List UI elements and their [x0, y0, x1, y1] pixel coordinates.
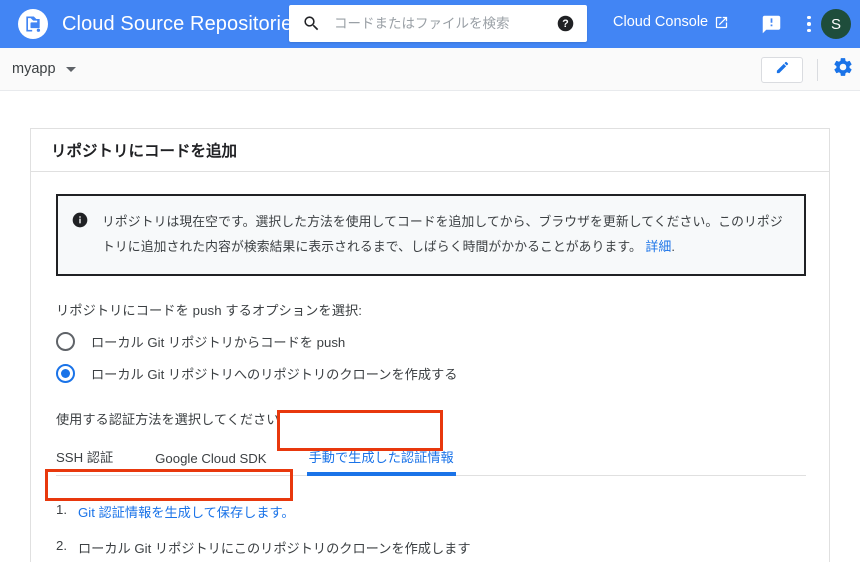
svg-text:?: ?	[562, 18, 568, 30]
info-icon	[72, 212, 88, 233]
open-in-new-icon	[714, 15, 729, 30]
divider	[817, 58, 818, 81]
pencil-icon	[775, 60, 790, 80]
radio-option-label: ローカル Git リポジトリからコードを push	[91, 334, 346, 350]
radio-option-label: ローカル Git リポジトリへのリポジトリのクローンを作成する	[91, 366, 458, 382]
radio-circle-icon	[56, 331, 75, 351]
radio-circle-checked-icon	[56, 363, 75, 383]
search-input[interactable]	[332, 11, 551, 36]
chevron-down-icon	[65, 66, 76, 72]
feedback-icon[interactable]	[757, 0, 785, 48]
step-clone-repository-text: ローカル Git リポジトリにこのリポジトリのクローンを作成します	[78, 540, 471, 556]
info-banner-period: .	[671, 238, 675, 254]
search-icon	[302, 14, 321, 33]
brand[interactable]: Cloud Source Repositories	[18, 9, 302, 39]
repository-name: myapp	[12, 61, 56, 77]
push-options-label: リポジトリにコードを push するオプションを選択:	[56, 302, 363, 318]
repository-selector[interactable]: myapp	[12, 61, 76, 77]
page-title: リポジトリにコードを追加	[51, 143, 238, 160]
avatar-initial: S	[830, 15, 841, 33]
auth-method-label: 使用する認証方法を選択してください	[56, 411, 280, 427]
edit-button[interactable]	[761, 56, 803, 83]
steps-list: Git 認証情報を生成して保存します。 ローカル Git リポジトリにこのリポジ…	[56, 502, 804, 562]
source-repository-logo-icon	[18, 9, 48, 39]
top-app-bar: Cloud Source Repositories ? Cloud Consol…	[0, 0, 860, 48]
cloud-console-label: Cloud Console	[613, 14, 709, 30]
auth-method-tabs: SSH 認証 Google Cloud SDK 手動で生成した認証情報	[56, 442, 806, 476]
sub-header-bar: myapp	[0, 48, 860, 91]
brand-title: Cloud Source Repositories	[62, 12, 303, 35]
app-root: Cloud Source Repositories ? Cloud Consol…	[0, 0, 860, 562]
info-banner-text: リポジトリは現在空です。選択した方法を使用してコードを追加してから、ブラウザを更…	[102, 210, 788, 260]
step-generate-credentials: Git 認証情報を生成して保存します。	[56, 502, 804, 521]
search-box[interactable]: ?	[289, 5, 587, 42]
tab-manual-credentials[interactable]: 手動で生成した認証情報	[306, 447, 456, 476]
card-header: リポジトリにコードを追加	[31, 129, 829, 172]
info-banner-body: リポジトリは現在空です。選択した方法を使用してコードを追加してから、ブラウザを更…	[102, 214, 783, 254]
kebab-menu-icon[interactable]	[797, 0, 821, 48]
help-circle-icon[interactable]: ?	[557, 15, 574, 32]
gear-icon	[832, 56, 854, 83]
info-banner-learn-more-link[interactable]: 詳細	[646, 239, 672, 254]
settings-button[interactable]	[832, 56, 854, 83]
radio-option-clone-to-local[interactable]: ローカル Git リポジトリへのリポジトリのクローンを作成する	[56, 363, 804, 383]
generate-git-credentials-link[interactable]: Git 認証情報を生成して保存します。	[78, 505, 295, 520]
info-banner: リポジトリは現在空です。選択した方法を使用してコードを追加してから、ブラウザを更…	[56, 194, 806, 276]
radio-option-push-from-local[interactable]: ローカル Git リポジトリからコードを push	[56, 331, 804, 351]
tab-google-cloud-sdk[interactable]: Google Cloud SDK	[155, 451, 266, 475]
card-body: リポジトリは現在空です。選択した方法を使用してコードを追加してから、ブラウザを更…	[31, 172, 829, 562]
avatar[interactable]: S	[821, 9, 851, 39]
cloud-console-link[interactable]: Cloud Console	[613, 14, 729, 30]
add-code-card: リポジトリにコードを追加 リポジトリは現在空です。選択した方法を使用してコードを…	[30, 128, 830, 562]
tab-ssh-auth[interactable]: SSH 認証	[56, 447, 113, 475]
sub-header-actions	[761, 48, 860, 91]
step-clone-repository: ローカル Git リポジトリにこのリポジトリのクローンを作成します コマンドライ…	[56, 538, 804, 562]
